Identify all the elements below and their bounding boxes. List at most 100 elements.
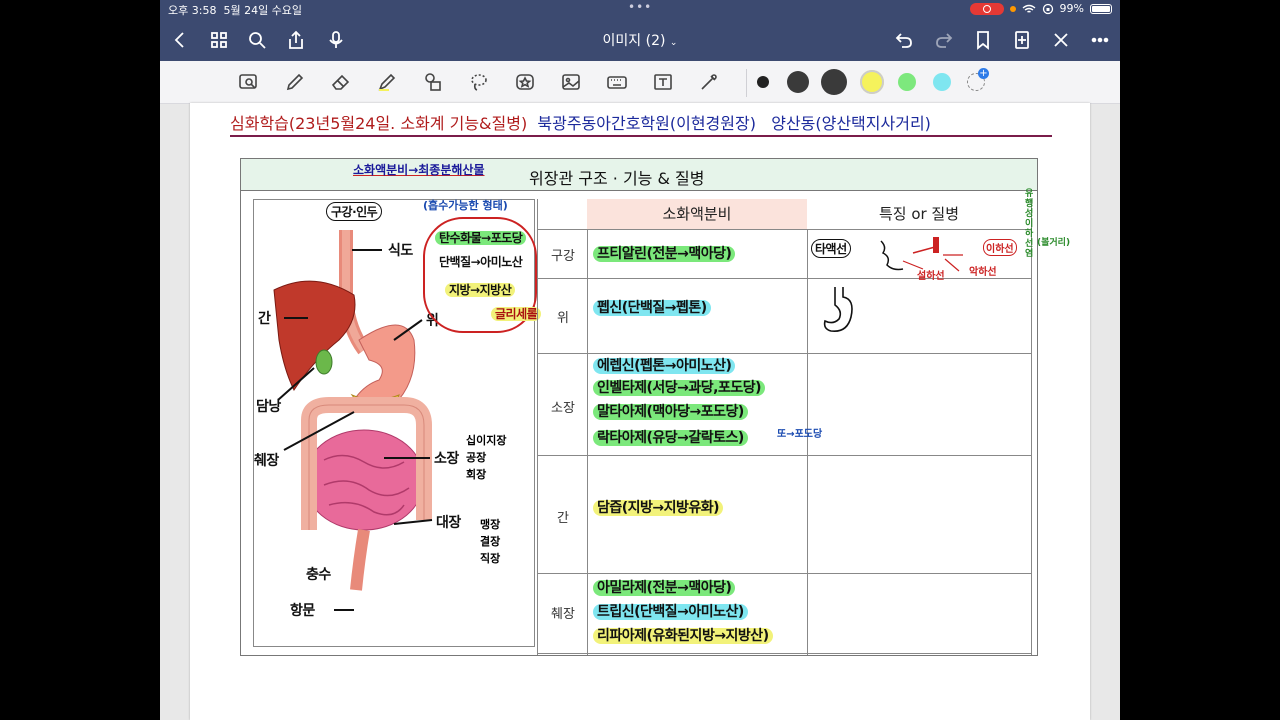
eraser-tool[interactable] <box>328 69 354 95</box>
undo-button[interactable] <box>890 26 918 54</box>
organ-small-intestine: 소장 <box>551 401 575 416</box>
more-button[interactable] <box>1086 26 1114 54</box>
star-sticker-icon <box>516 74 534 90</box>
annotation-protein: 단백질→아미노산 <box>439 255 523 269</box>
secretion-lactase: 락타아제(유당→갈락토스) <box>593 430 748 446</box>
feature-parotid: 이하선 <box>983 239 1017 256</box>
doc-title[interactable]: 이미지 (2) <box>603 33 666 49</box>
lasso-icon <box>471 74 487 91</box>
secretion-erepsin: 에렙신(펩톤→아미노산) <box>593 358 736 374</box>
feature-sublingual: 설하선 <box>917 271 945 282</box>
annotation-galactose-to-glucose: 또→포도당 <box>777 429 823 440</box>
zoom-window-icon <box>239 74 257 89</box>
keyboard-tool[interactable] <box>604 69 630 95</box>
label-jejunum: 공장 <box>466 451 487 464</box>
table-title-bar: 위장관 구조 · 기능 & 질병 소화액분비→최종분해산물 <box>241 159 1037 191</box>
eraser-icon <box>331 74 350 90</box>
shapes-icon <box>425 73 441 91</box>
ipad-screen: 오후 3:58 5월 24일 수요일 ••• 99% 이미지 (2) ⌄ + 심… <box>160 0 1120 720</box>
document-page[interactable]: 심화학습(23년5월24일. 소화계 기능&질병) 북광주동아간호학원(이현경원… <box>190 103 1090 720</box>
secretion-pancreas-2: 트립신(단백질→아미노산) <box>593 601 748 621</box>
secretion-trypsin: 트립신(단백질→아미노산) <box>593 604 748 620</box>
battery-percent: 99% <box>1059 2 1084 15</box>
label-gallbladder: 담낭 <box>256 399 281 415</box>
small-intestine-parts: 십이지장 공장 회장 <box>466 432 506 483</box>
feature-salivary-gland: 타액선 <box>811 239 851 258</box>
pen-size-medium-swatch[interactable] <box>787 71 809 93</box>
color-yellow-swatch[interactable] <box>860 70 884 94</box>
redo-button[interactable] <box>930 26 958 54</box>
add-color-button[interactable]: + <box>967 68 989 91</box>
wifi-icon <box>1022 4 1035 13</box>
shape-tool[interactable] <box>420 69 446 95</box>
label-liver: 간 <box>258 311 271 327</box>
orientation-lock-icon <box>1042 3 1053 14</box>
secretion-maltase: 말타아제(맥아당→포도당) <box>593 404 748 420</box>
table-title: 위장관 구조 · 기능 & 질병 <box>529 169 705 188</box>
pen-size-small-swatch[interactable] <box>757 76 769 88</box>
text-tool[interactable] <box>650 69 676 95</box>
header-divider <box>230 135 1052 137</box>
stomach-sketch <box>823 287 853 333</box>
secretion-pepsin: 펩신(단백질→펩톤) <box>593 300 711 316</box>
nav-bar: 이미지 (2) ⌄ <box>160 18 1120 61</box>
feature-mumps-alias: (볼거리) <box>1037 238 1071 248</box>
grid-vline-1 <box>537 199 538 655</box>
status-date: 5월 24일 수요일 <box>223 4 303 17</box>
feature-mumps: 유행성이하선염 <box>1025 189 1034 259</box>
feature-submandibular: 악하선 <box>969 267 997 278</box>
toolbar-divider <box>746 69 747 97</box>
mic-indicator-icon <box>1009 5 1016 12</box>
undo-icon <box>895 33 912 48</box>
lasso-tool[interactable] <box>466 69 492 95</box>
highlighter-tool[interactable] <box>374 69 400 95</box>
close-button[interactable] <box>1047 26 1075 54</box>
grid-hline-6 <box>537 653 1031 654</box>
large-intestine-parts: 맹장 결장 직장 <box>480 516 500 567</box>
secretion-pancreas-1: 아밀라제(전분→맥아당) <box>593 577 736 597</box>
sticker-tool[interactable] <box>512 69 538 95</box>
grid-hline-4 <box>537 455 1031 456</box>
add-page-button[interactable] <box>1008 26 1036 54</box>
header-academy: 북광주동아간호학원(이현경원장) <box>537 114 756 133</box>
pen-size-large-swatch[interactable] <box>821 69 847 95</box>
header-location: 양산동(양산택지사거리) <box>771 114 931 133</box>
status-icons: 99% <box>969 2 1112 15</box>
image-search-tool[interactable] <box>236 69 262 95</box>
redo-icon <box>936 33 953 48</box>
chevron-down-icon: ⌄ <box>669 38 678 48</box>
pen-tool[interactable] <box>282 69 308 95</box>
label-large-intestine: 대장 <box>436 515 461 531</box>
grid-hline-3 <box>537 353 1031 354</box>
screen-record-icon[interactable] <box>969 2 1004 15</box>
secretion-small-int-3: 말타아제(맥아당→포도당) <box>593 401 748 421</box>
annotation-secretion-to-product: 소화액분비→최종분해산물 <box>353 163 485 177</box>
color-green-swatch[interactable] <box>898 73 916 91</box>
label-mouth-pharynx: 구강·인두 <box>326 202 383 221</box>
image-tool[interactable] <box>558 69 584 95</box>
bookmark-icon <box>977 31 989 50</box>
battery-icon <box>1090 3 1112 14</box>
annotation-glycerol: 글리세롤 <box>491 305 542 322</box>
grid-vline-4 <box>1031 199 1032 655</box>
color-cyan-swatch[interactable] <box>933 73 951 91</box>
label-colon: 결장 <box>480 535 501 548</box>
annotation-carb-text: 탄수화물→포도당 <box>435 231 527 245</box>
secretion-stomach: 펩신(단백질→펩톤) <box>593 297 711 317</box>
label-esophagus: 식도 <box>388 243 413 259</box>
multitask-dots-icon[interactable]: ••• <box>628 0 652 14</box>
label-pancreas: 췌장 <box>254 453 279 469</box>
image-icon <box>562 74 580 90</box>
pen-icon <box>286 73 304 91</box>
laser-pointer-tool[interactable] <box>696 69 722 95</box>
gi-table: 위장관 구조 · 기능 & 질병 소화액분비→최종분해산물 구강·인두 식도 간… <box>240 158 1070 656</box>
secretion-mouth: 프티알린(전분→맥아당) <box>593 243 736 263</box>
secretion-small-int-4: 락타아제(유당→갈락토스) <box>593 427 748 447</box>
bookmark-button[interactable] <box>969 26 997 54</box>
status-bar: 오후 3:58 5월 24일 수요일 ••• 99% <box>160 0 1120 18</box>
text-box-icon <box>654 74 672 90</box>
secretion-lipase: 리파아제(유화된지방→지방산) <box>593 628 773 644</box>
annotation-fat-text: 지방→지방산 <box>445 283 516 297</box>
label-appendix: 충수 <box>306 567 331 583</box>
label-small-intestine: 소장 <box>434 451 459 467</box>
